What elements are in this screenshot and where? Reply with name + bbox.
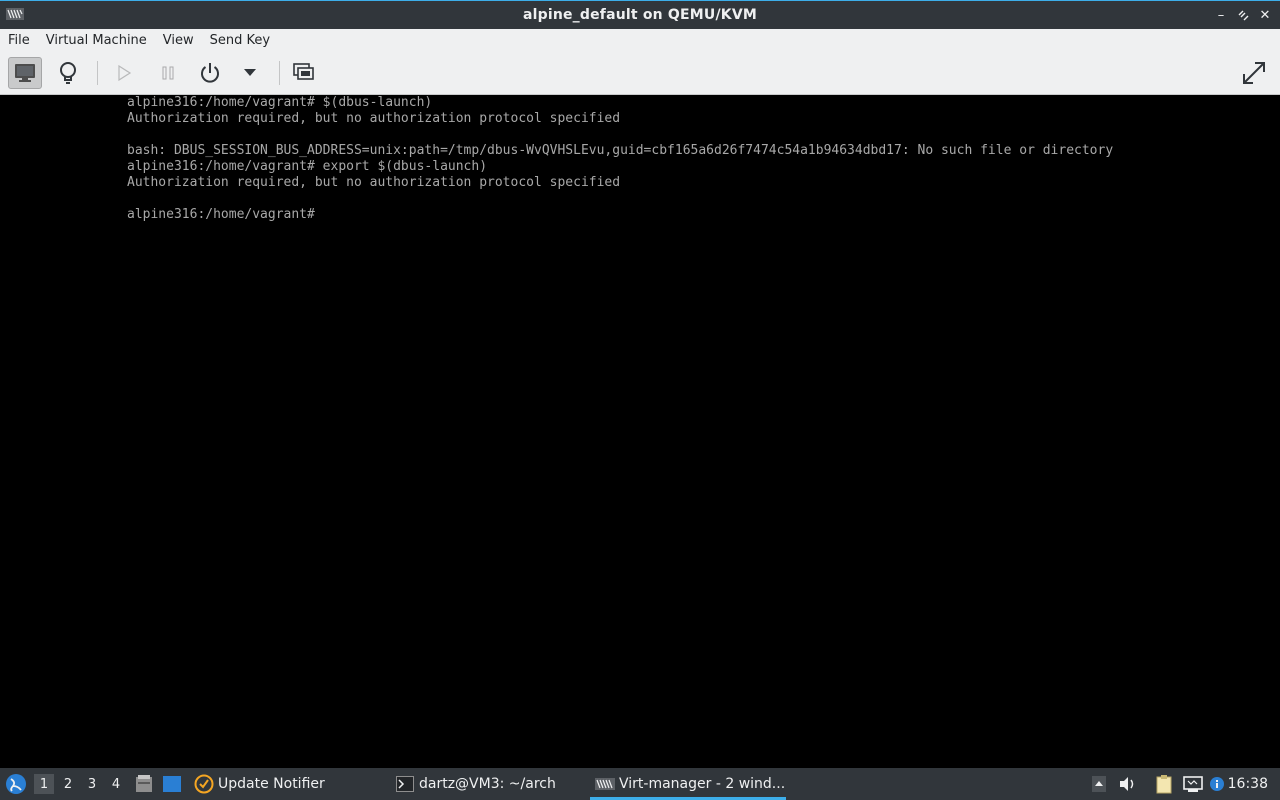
menu-bar: File Virtual Machine View Send Key bbox=[0, 29, 1280, 52]
file-manager-launcher[interactable] bbox=[134, 768, 154, 800]
task-label: Virt-manager - 2 wind... bbox=[619, 776, 786, 792]
console-prompt: alpine316:/home/vagrant# bbox=[127, 207, 315, 222]
update-notifier-icon bbox=[194, 774, 214, 794]
console-line: Authorization required, but no authoriza… bbox=[127, 175, 621, 190]
close-icon[interactable]: ✕ bbox=[1256, 6, 1274, 24]
lxqt-logo-icon bbox=[6, 774, 26, 794]
window-titlebar[interactable]: alpine_default on QEMU/KVM – ✕ bbox=[0, 0, 1280, 29]
console-line: Authorization required, but no authoriza… bbox=[127, 111, 621, 126]
show-desktop-button[interactable] bbox=[162, 768, 182, 800]
app-menu-button[interactable] bbox=[5, 768, 27, 800]
virt-manager-icon bbox=[6, 8, 24, 20]
network-button[interactable] bbox=[1183, 768, 1203, 800]
menu-virtual-machine[interactable]: Virtual Machine bbox=[38, 29, 155, 52]
lightbulb-icon bbox=[60, 62, 76, 84]
task-virt-manager[interactable]: Virt-manager - 2 wind... bbox=[595, 768, 785, 800]
console-output: alpine316:/home/vagrant# $(dbus-launch) … bbox=[127, 95, 1113, 223]
task-terminal[interactable]: dartz@VM3: ~/arch bbox=[396, 768, 556, 800]
vm-console[interactable]: alpine316:/home/vagrant# $(dbus-launch) … bbox=[0, 95, 1280, 768]
virt-manager-icon bbox=[595, 778, 615, 790]
console-view-button[interactable] bbox=[8, 57, 42, 89]
pause-icon bbox=[162, 66, 174, 80]
volume-icon bbox=[1120, 777, 1134, 791]
console-line: bash: DBUS_SESSION_BUS_ADDRESS=unix:path… bbox=[127, 143, 1114, 158]
notification-button[interactable] bbox=[1209, 768, 1225, 800]
console-line: alpine316:/home/vagrant# $(dbus-launch) bbox=[127, 95, 433, 110]
desktop-icon bbox=[163, 776, 181, 792]
monitor-icon bbox=[15, 64, 35, 82]
fullscreen-button[interactable] bbox=[1237, 57, 1271, 89]
network-icon bbox=[1183, 776, 1203, 792]
task-update-notifier[interactable]: Update Notifier bbox=[194, 768, 325, 800]
power-icon bbox=[201, 63, 219, 83]
workspace-2[interactable]: 2 bbox=[58, 774, 78, 794]
tray-expand-button[interactable] bbox=[1091, 768, 1107, 800]
menu-view[interactable]: View bbox=[155, 29, 202, 52]
fullscreen-icon bbox=[1243, 62, 1265, 84]
task-label: Update Notifier bbox=[218, 776, 325, 792]
window-title: alpine_default on QEMU/KVM bbox=[522, 7, 758, 23]
menu-file[interactable]: File bbox=[0, 29, 38, 52]
menu-send-key[interactable]: Send Key bbox=[202, 29, 278, 52]
snapshots-button[interactable] bbox=[287, 57, 321, 89]
info-icon bbox=[1210, 777, 1224, 791]
restore-icon[interactable] bbox=[1234, 6, 1252, 24]
snapshots-icon bbox=[293, 63, 314, 80]
file-manager-icon bbox=[136, 775, 152, 792]
shutdown-menu-button[interactable] bbox=[233, 57, 267, 89]
minimize-icon[interactable]: – bbox=[1212, 6, 1230, 24]
clipboard-button[interactable] bbox=[1156, 768, 1174, 800]
chevron-up-icon bbox=[1092, 776, 1106, 792]
play-icon bbox=[118, 65, 132, 81]
details-view-button[interactable] bbox=[51, 57, 85, 89]
toolbar bbox=[0, 52, 1280, 95]
volume-button[interactable] bbox=[1119, 768, 1137, 800]
console-line: alpine316:/home/vagrant# export $(dbus-l… bbox=[127, 159, 488, 174]
run-button[interactable] bbox=[107, 57, 141, 89]
workspace-1[interactable]: 1 bbox=[34, 774, 54, 794]
terminal-icon bbox=[396, 776, 414, 792]
shutdown-button[interactable] bbox=[193, 57, 227, 89]
chevron-down-icon bbox=[244, 69, 256, 76]
task-label: dartz@VM3: ~/arch bbox=[419, 776, 556, 792]
workspace-4[interactable]: 4 bbox=[106, 774, 126, 794]
pause-button[interactable] bbox=[151, 57, 185, 89]
clipboard-icon bbox=[1156, 775, 1172, 794]
clock[interactable]: 16:38 bbox=[1228, 768, 1268, 800]
taskbar: 1 2 3 4 Update Notifier dartz@VM3: ~/arc… bbox=[0, 768, 1280, 800]
workspace-3[interactable]: 3 bbox=[82, 774, 102, 794]
